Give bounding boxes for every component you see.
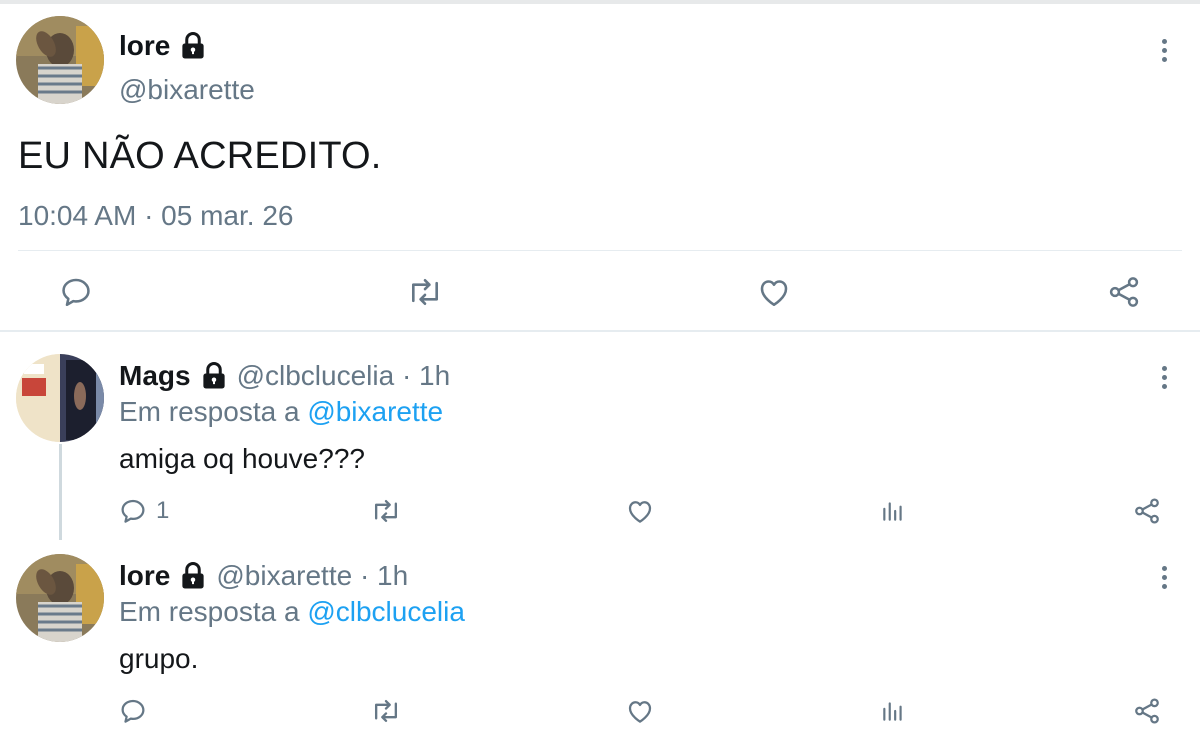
reply-author-name[interactable]: Mags xyxy=(119,360,191,392)
like-button[interactable] xyxy=(625,496,655,526)
analytics-button[interactable] xyxy=(880,696,906,726)
reply-icon xyxy=(62,278,90,307)
more-icon[interactable] xyxy=(1154,35,1174,65)
share-icon xyxy=(1135,498,1159,524)
author-name[interactable]: lore xyxy=(119,30,208,62)
reply-icon xyxy=(121,699,145,723)
main-tweet: lore @bixarette EU NÃO ACREDITO. 10:04 A… xyxy=(0,4,1200,332)
like-button[interactable] xyxy=(625,696,655,726)
tweet-text: EU NÃO ACREDITO. xyxy=(18,135,382,177)
retweet-icon xyxy=(374,499,398,523)
retweet-icon xyxy=(411,278,439,306)
share-button[interactable] xyxy=(1132,696,1162,726)
avatar-lore[interactable] xyxy=(16,16,104,104)
tweet-timestamp[interactable]: 10:04 AM · 05 mar. 26 xyxy=(18,200,294,232)
avatar-photo-lore xyxy=(16,16,104,104)
analytics-button[interactable] xyxy=(880,496,906,526)
analytics-icon xyxy=(883,702,902,721)
reply-icon xyxy=(121,499,145,523)
share-icon xyxy=(1109,277,1139,307)
share-icon xyxy=(1135,698,1159,724)
reply-count: 1 xyxy=(156,497,170,524)
retweet-icon xyxy=(374,699,398,723)
reply-button[interactable] xyxy=(58,274,94,310)
like-icon xyxy=(628,701,652,723)
reply-header: Mags @clbclucelia · 1h xyxy=(119,360,450,392)
avatar-mags[interactable] xyxy=(16,354,104,442)
reply-header: lore @bixarette · 1h xyxy=(119,560,408,592)
in-reply-prefix: Em resposta a xyxy=(119,596,308,627)
more-icon[interactable] xyxy=(1154,562,1174,592)
like-icon xyxy=(628,501,652,523)
share-button[interactable] xyxy=(1106,274,1142,310)
in-reply-to: Em resposta a @clbclucelia xyxy=(119,596,465,628)
reply-actions xyxy=(0,696,1200,726)
reply-text: amiga oq houve??? xyxy=(119,443,365,474)
reply-author-name[interactable]: lore xyxy=(119,560,170,592)
avatar-photo-lore xyxy=(16,554,104,642)
avatar-lore[interactable] xyxy=(16,554,104,642)
author-name-text[interactable]: lore xyxy=(119,30,170,62)
avatar-photo-mags xyxy=(16,354,104,442)
analytics-icon xyxy=(883,502,902,521)
in-reply-to: Em resposta a @bixarette xyxy=(119,396,443,428)
reply-actions: 1 xyxy=(0,496,1200,526)
reply-tweet: Mags @clbclucelia · 1h Em resposta a @bi… xyxy=(0,334,1200,540)
retweet-button[interactable] xyxy=(370,696,402,726)
reply-handle-time[interactable]: @clbclucelia · 1h xyxy=(237,360,451,392)
reply-button[interactable] xyxy=(118,696,156,726)
lock-icon xyxy=(178,561,208,591)
reply-tweet: lore @bixarette · 1h Em resposta a @clbc… xyxy=(0,534,1200,738)
divider xyxy=(18,250,1182,251)
share-button[interactable] xyxy=(1132,496,1162,526)
reply-button[interactable]: 1 xyxy=(118,496,169,526)
like-icon xyxy=(760,280,788,307)
in-reply-mention[interactable]: @clbclucelia xyxy=(307,596,465,627)
like-button[interactable] xyxy=(756,274,792,310)
lock-icon xyxy=(199,361,229,391)
in-reply-prefix: Em resposta a xyxy=(119,396,308,427)
retweet-button[interactable] xyxy=(370,496,402,526)
in-reply-mention[interactable]: @bixarette xyxy=(307,396,443,427)
more-icon[interactable] xyxy=(1154,362,1174,392)
lock-icon xyxy=(178,31,208,61)
reply-text: grupo. xyxy=(119,643,199,674)
author-handle[interactable]: @bixarette xyxy=(119,74,255,106)
reply-handle-time[interactable]: @bixarette · 1h xyxy=(216,560,408,592)
retweet-button[interactable] xyxy=(406,274,444,310)
